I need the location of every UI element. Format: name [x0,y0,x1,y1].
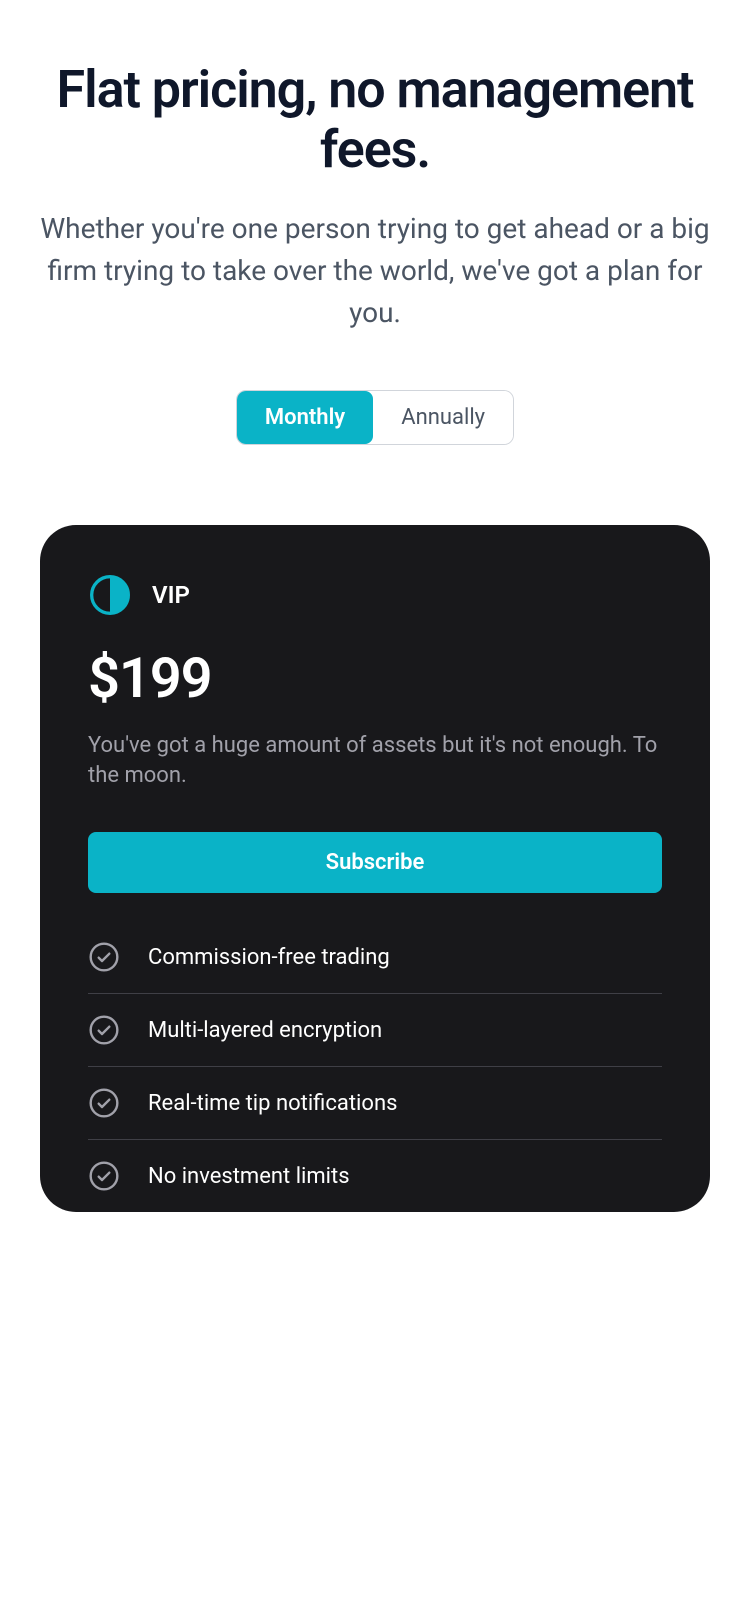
billing-toggle-group: Monthly Annually [32,390,718,445]
subscribe-button[interactable]: Subscribe [88,832,662,893]
plan-header: VIP [88,573,662,617]
annually-toggle[interactable]: Annually [373,391,513,444]
list-item: Real-time tip notifications [88,1066,662,1139]
page-title: Flat pricing, no management fees. [32,60,718,180]
feature-text: Multi-layered encryption [148,1018,382,1043]
half-circle-icon [88,573,132,617]
plan-description: You've got a huge amount of assets but i… [88,731,662,793]
feature-text: No investment limits [148,1164,350,1189]
feature-text: Commission-free trading [148,945,390,970]
check-circle-icon [88,1014,120,1046]
feature-list: Commission-free trading Multi-layered en… [88,941,662,1212]
plan-name: VIP [152,581,190,609]
feature-text: Real-time tip notifications [148,1091,397,1116]
check-circle-icon [88,941,120,973]
list-item: Multi-layered encryption [88,993,662,1066]
billing-toggle-wrapper: Monthly Annually [236,390,514,445]
page-subtitle: Whether you're one person trying to get … [35,208,715,334]
list-item: Commission-free trading [88,941,662,993]
check-circle-icon [88,1160,120,1192]
monthly-toggle[interactable]: Monthly [237,391,373,444]
plan-price: $199 [88,645,662,711]
check-circle-icon [88,1087,120,1119]
list-item: No investment limits [88,1139,662,1212]
pricing-card: VIP $199 You've got a huge amount of ass… [40,525,710,1213]
